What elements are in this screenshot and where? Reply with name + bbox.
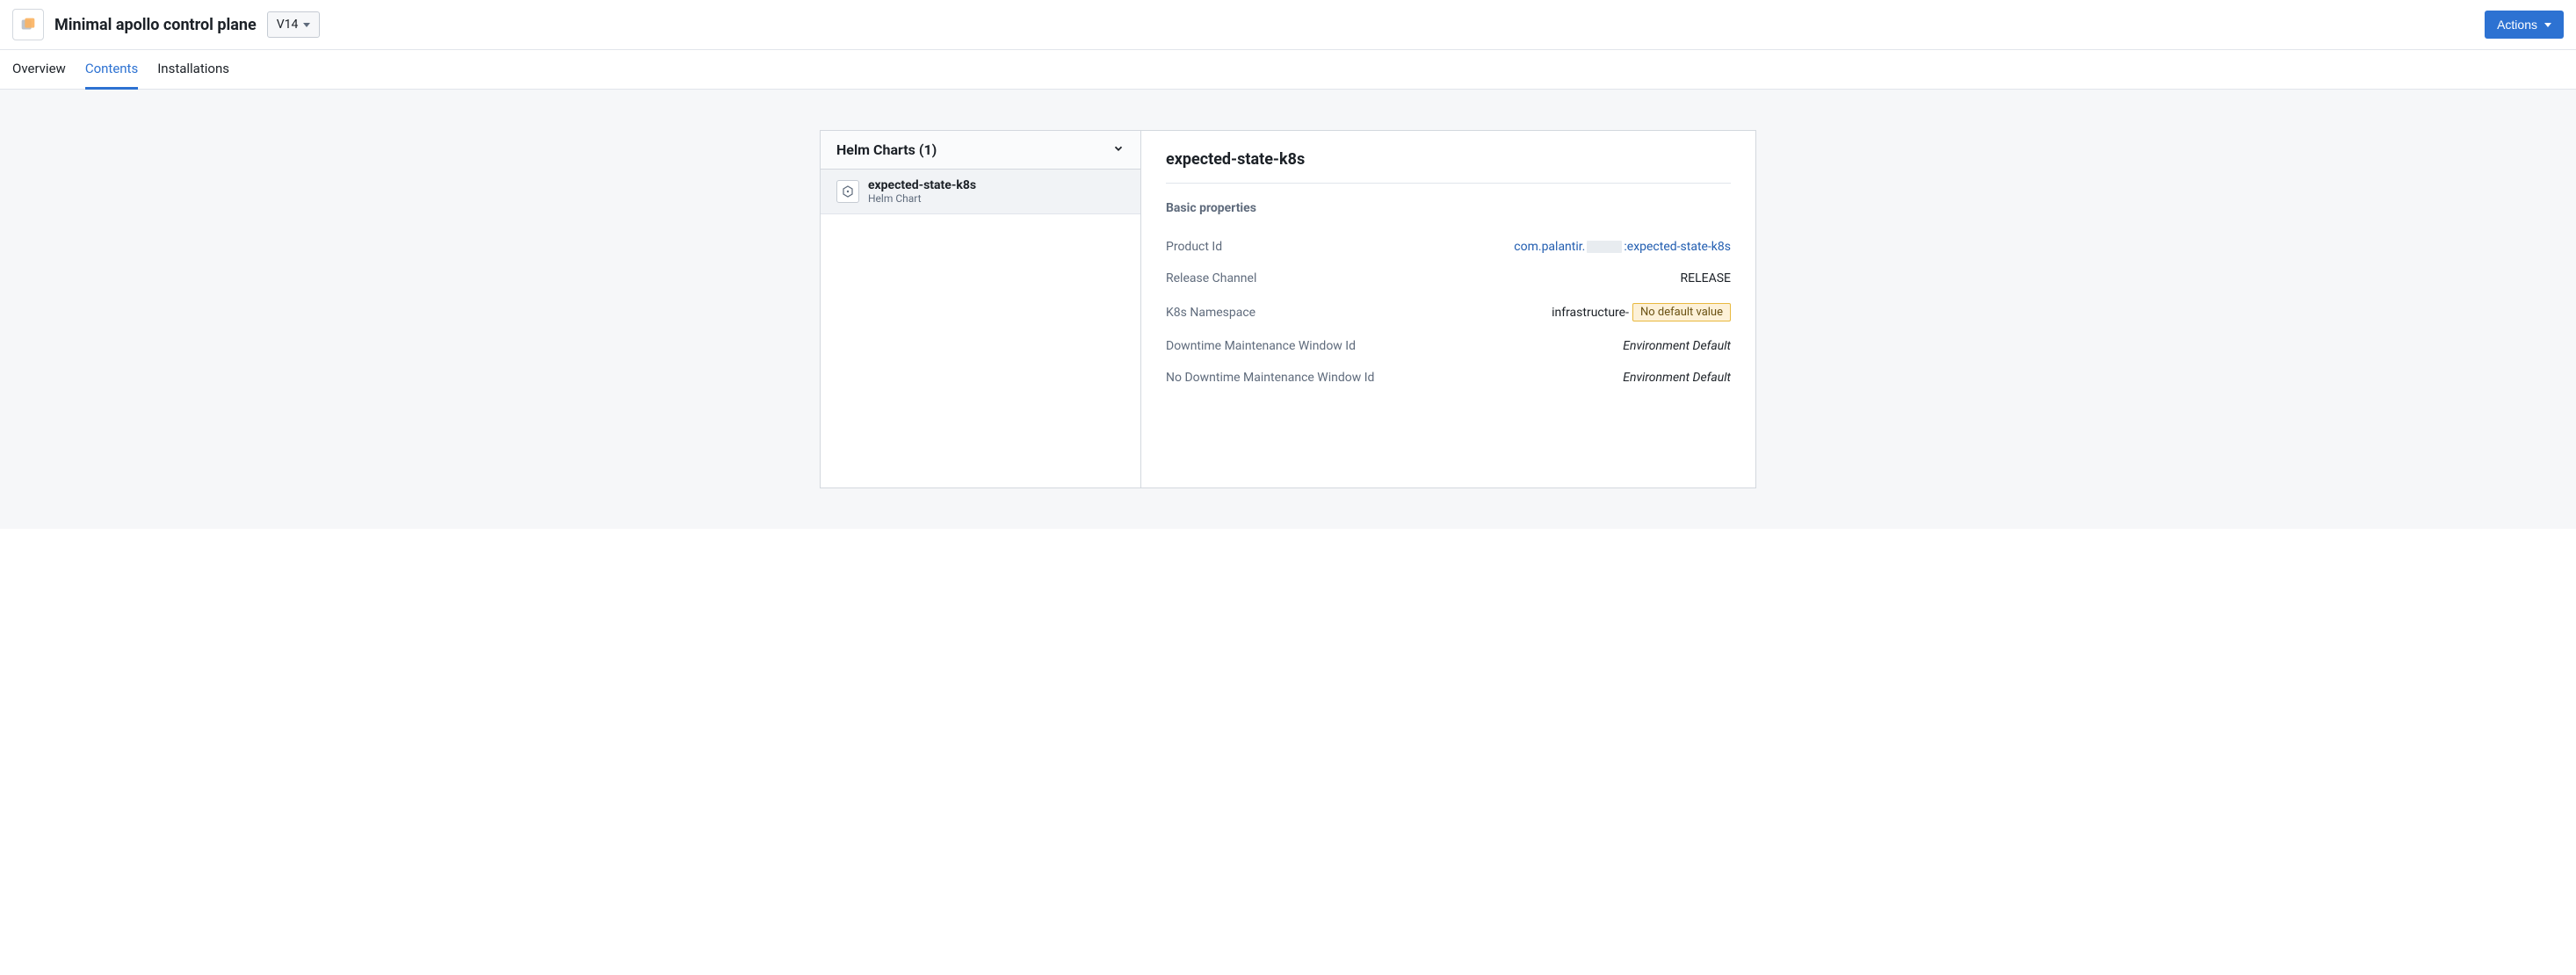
chevron-down-icon: [1112, 142, 1125, 158]
no-default-badge: No default value: [1632, 303, 1731, 321]
detail-section-title: Basic properties: [1166, 201, 1731, 215]
page-title: Minimal apollo control plane: [54, 16, 257, 34]
tab-bar: Overview Contents Installations: [0, 50, 2576, 90]
divider: [1166, 183, 1731, 184]
prop-value-namespace: infrastructure- No default value: [1552, 303, 1731, 321]
prop-value-product-id[interactable]: com.palantir.:expected-state-k8s: [1514, 240, 1731, 254]
version-label: V14: [277, 18, 299, 32]
tab-installations[interactable]: Installations: [157, 50, 229, 90]
tab-contents[interactable]: Contents: [85, 50, 138, 90]
prop-label: Product Id: [1166, 240, 1222, 254]
prop-product-id: Product Id com.palantir.:expected-state-…: [1166, 231, 1731, 263]
sidebar: Helm Charts (1) expected-state-k8s Helm …: [821, 131, 1141, 488]
sidebar-item-title: expected-state-k8s: [868, 178, 976, 192]
caret-down-icon: [303, 23, 310, 27]
sidebar-item-expected-state-k8s[interactable]: expected-state-k8s Helm Chart: [821, 170, 1140, 214]
content-panel: Helm Charts (1) expected-state-k8s Helm …: [820, 130, 1756, 488]
header-left: Minimal apollo control plane V14: [12, 9, 320, 40]
redacted-segment: [1587, 241, 1622, 253]
sidebar-section-title: Helm Charts (1): [836, 141, 937, 158]
actions-label: Actions: [2497, 18, 2537, 32]
detail-panel: expected-state-k8s Basic properties Prod…: [1141, 131, 1755, 488]
version-selector[interactable]: V14: [267, 11, 321, 38]
prop-value: Environment Default: [1623, 339, 1731, 353]
prop-label: Release Channel: [1166, 271, 1256, 285]
prop-label: Downtime Maintenance Window Id: [1166, 339, 1356, 353]
sidebar-item-text: expected-state-k8s Helm Chart: [868, 178, 976, 205]
content-area: Helm Charts (1) expected-state-k8s Helm …: [0, 90, 2576, 529]
prop-label: No Downtime Maintenance Window Id: [1166, 371, 1374, 385]
detail-title: expected-state-k8s: [1166, 150, 1731, 169]
prop-value: RELEASE: [1681, 271, 1731, 285]
prop-value: Environment Default: [1623, 371, 1731, 385]
sidebar-item-subtitle: Helm Chart: [868, 192, 976, 205]
page-header: Minimal apollo control plane V14 Actions: [0, 0, 2576, 50]
prop-label: K8s Namespace: [1166, 306, 1255, 320]
helm-chart-icon: [836, 180, 859, 203]
prop-no-downtime-window: No Downtime Maintenance Window Id Enviro…: [1166, 362, 1731, 394]
product-icon: [12, 9, 44, 40]
caret-down-icon: [2544, 23, 2551, 27]
box-icon: [18, 15, 38, 34]
actions-button[interactable]: Actions: [2485, 11, 2564, 39]
sidebar-section-header[interactable]: Helm Charts (1): [821, 131, 1140, 170]
prop-downtime-window: Downtime Maintenance Window Id Environme…: [1166, 330, 1731, 362]
tab-overview[interactable]: Overview: [12, 50, 66, 90]
prop-k8s-namespace: K8s Namespace infrastructure- No default…: [1166, 294, 1731, 330]
prop-release-channel: Release Channel RELEASE: [1166, 263, 1731, 294]
